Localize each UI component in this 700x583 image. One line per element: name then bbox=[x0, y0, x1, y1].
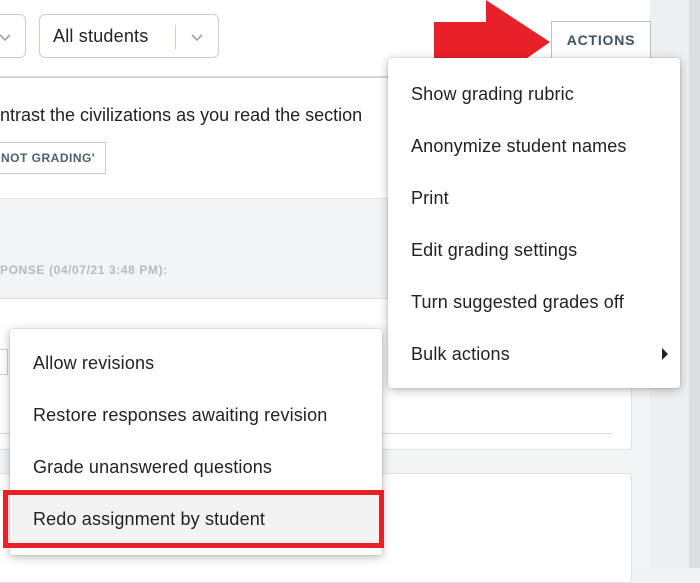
menu-item-show-grading-rubric[interactable]: Show grading rubric bbox=[388, 68, 680, 120]
menu-item-label: Turn suggested grades off bbox=[411, 291, 624, 312]
menu-item-label: Anonymize student names bbox=[411, 135, 627, 156]
menu-item-label: Edit grading settings bbox=[411, 239, 578, 260]
menu-item-grade-unanswered-questions[interactable]: Grade unanswered questions bbox=[10, 441, 382, 493]
clipped-button[interactable] bbox=[0, 349, 8, 375]
response-timestamp-label: PONSE (04/07/21 3:48 PM): bbox=[0, 263, 168, 277]
menu-item-label: Restore responses awaiting revision bbox=[33, 404, 328, 425]
menu-item-edit-grading-settings[interactable]: Edit grading settings bbox=[388, 224, 680, 276]
student-filter-value: All students bbox=[53, 25, 149, 46]
actions-menu: Show grading rubric Anonymize student na… bbox=[388, 58, 680, 388]
clipped-text bbox=[0, 406, 10, 428]
caret-right-icon bbox=[662, 348, 668, 360]
red-highlight-box-annotation bbox=[3, 490, 384, 548]
menu-item-print[interactable]: Print bbox=[388, 172, 680, 224]
question-prompt: ntrast the civilizations as you read the… bbox=[0, 105, 363, 125]
student-filter-select[interactable]: All students bbox=[39, 14, 219, 58]
menu-item-label: Grade unanswered questions bbox=[33, 456, 273, 477]
menu-item-anonymize-student-names[interactable]: Anonymize student names bbox=[388, 120, 680, 172]
menu-item-label: Show grading rubric bbox=[411, 83, 574, 104]
menu-item-bulk-actions[interactable]: Bulk actions bbox=[388, 328, 680, 380]
menu-item-allow-revisions[interactable]: Allow revisions bbox=[10, 337, 382, 389]
menu-item-label: Print bbox=[411, 187, 449, 208]
chevron-down-icon bbox=[191, 34, 203, 42]
menu-item-label: Allow revisions bbox=[33, 352, 155, 373]
menu-item-restore-responses[interactable]: Restore responses awaiting revision bbox=[10, 389, 382, 441]
menu-item-label: Bulk actions bbox=[411, 343, 510, 364]
filter-select-left[interactable] bbox=[0, 14, 26, 58]
select-divider bbox=[175, 25, 176, 49]
menu-item-turn-suggested-grades-off[interactable]: Turn suggested grades off bbox=[388, 276, 680, 328]
actions-button-label: ACTIONS bbox=[566, 32, 636, 48]
chevron-down-icon bbox=[0, 34, 11, 42]
grading-tag-label: NOT GRADING' bbox=[1, 151, 96, 165]
grading-tag: NOT GRADING' bbox=[0, 142, 107, 174]
scrollbar[interactable] bbox=[689, 0, 700, 568]
actions-button[interactable]: ACTIONS bbox=[551, 21, 651, 59]
